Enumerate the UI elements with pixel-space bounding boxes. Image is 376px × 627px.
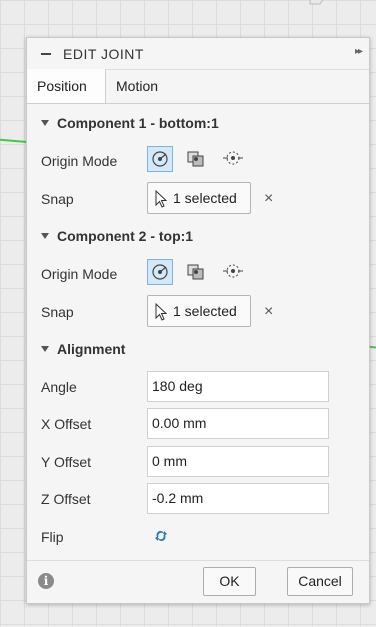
angle-input[interactable]: 180 deg: [147, 371, 329, 402]
snap-label: Snap: [41, 304, 74, 320]
edit-joint-dialog: EDIT JOINT ▸▸ Position Motion Component …: [26, 37, 370, 604]
x-offset-label: X Offset: [41, 416, 92, 432]
z-offset-input[interactable]: -0.2 mm: [147, 483, 329, 514]
collapse-icon[interactable]: [41, 53, 51, 55]
snap-selection-box[interactable]: 1 selected: [147, 295, 251, 327]
cursor-arrow-icon: [155, 303, 167, 321]
simple-origin-icon[interactable]: [147, 259, 173, 285]
svg-text:z: z: [274, 0, 279, 3]
snap-selection-box[interactable]: 1 selected: [147, 182, 251, 214]
view-cube-icon[interactable]: z: [270, 0, 340, 18]
tab-bar: Position Motion: [27, 69, 369, 104]
clear-selection-icon[interactable]: ×: [264, 190, 273, 208]
component2-section-header[interactable]: Component 2 - top:1: [41, 228, 193, 244]
snap-label: Snap: [41, 191, 74, 207]
angle-label: Angle: [41, 379, 77, 395]
component1-section-header[interactable]: Component 1 - bottom:1: [41, 115, 219, 131]
two-edge-intersection-icon[interactable]: [219, 259, 245, 285]
tab-position[interactable]: Position: [27, 69, 106, 103]
origin-mode-label: Origin Mode: [41, 266, 118, 282]
between-two-faces-icon[interactable]: [183, 146, 209, 172]
flip-icon[interactable]: [154, 529, 168, 543]
dialog-title: EDIT JOINT: [63, 46, 144, 62]
simple-origin-icon[interactable]: [147, 146, 173, 172]
expand-triangle-icon: [41, 120, 49, 126]
dialog-footer: i OK Cancel: [27, 560, 369, 603]
ok-button[interactable]: OK: [203, 567, 256, 596]
dialog-titlebar: EDIT JOINT ▸▸: [27, 38, 369, 70]
cursor-arrow-icon: [155, 190, 167, 208]
between-two-faces-icon[interactable]: [183, 259, 209, 285]
z-offset-label: Z Offset: [41, 491, 91, 507]
y-offset-label: Y Offset: [41, 454, 92, 470]
snap-value: 1 selected: [173, 303, 237, 319]
origin-mode-label: Origin Mode: [41, 153, 118, 169]
flip-label: Flip: [41, 529, 64, 545]
x-offset-input[interactable]: 0.00 mm: [147, 408, 329, 439]
snap-value: 1 selected: [173, 190, 237, 206]
y-offset-input[interactable]: 0 mm: [147, 446, 329, 477]
cancel-button[interactable]: Cancel: [287, 567, 353, 596]
clear-selection-icon[interactable]: ×: [264, 303, 273, 321]
expand-triangle-icon: [41, 233, 49, 239]
info-icon[interactable]: i: [38, 573, 54, 589]
expand-triangle-icon: [41, 346, 49, 352]
tab-motion[interactable]: Motion: [106, 69, 178, 103]
expand-panel-icon[interactable]: ▸▸: [355, 46, 363, 57]
two-edge-intersection-icon[interactable]: [219, 146, 245, 172]
alignment-section-header[interactable]: Alignment: [41, 341, 125, 357]
